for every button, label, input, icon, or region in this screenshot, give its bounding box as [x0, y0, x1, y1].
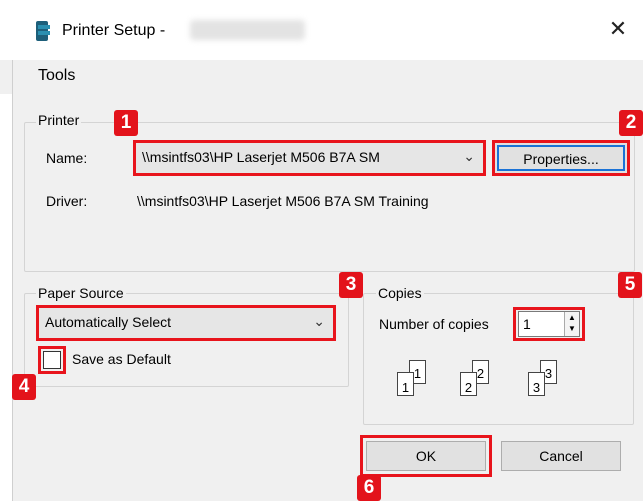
ok-button[interactable]: OK [366, 441, 486, 471]
driver-value: \\msintfs03\HP Laserjet M506 B7A SM Trai… [137, 193, 429, 209]
annotation-badge-2: 2 [619, 110, 643, 136]
collate-icon: 3 3 [524, 358, 572, 398]
chevron-down-icon: ⌄ [463, 148, 475, 164]
properties-button-face: Properties... [497, 145, 625, 171]
number-of-copies-label: Number of copies [379, 316, 489, 332]
dialog-left-edge [12, 60, 13, 501]
copies-legend: Copies [376, 285, 424, 301]
paper-source-legend: Paper Source [36, 285, 126, 301]
annotation-badge-3: 3 [339, 272, 363, 298]
name-label: Name: [46, 150, 88, 166]
collate-page: 1 [397, 372, 414, 396]
menu-bar [0, 60, 643, 94]
annotation-badge-5: 5 [618, 272, 642, 298]
paper-source-select[interactable]: Automatically Select ⌄ [36, 305, 336, 341]
paper-source-value: Automatically Select [45, 314, 172, 330]
collate-page: 2 [460, 372, 477, 396]
spin-buttons[interactable]: ▲ ▼ [564, 312, 579, 336]
collate-page: 3 [528, 372, 545, 396]
close-icon[interactable]: ✕ [603, 14, 633, 44]
properties-button[interactable]: Properties... [492, 140, 630, 176]
driver-label: Driver: [46, 193, 88, 209]
printer-group-legend: Printer [36, 112, 82, 128]
menu-tools[interactable]: Tools [38, 67, 75, 85]
printer-name-value: \\msintfs03\HP Laserjet M506 B7A SM [142, 149, 380, 165]
collate-icon: 1 1 [393, 358, 441, 398]
annotation-badge-6: 6 [357, 475, 381, 501]
chevron-down-icon: ⌄ [313, 313, 325, 329]
annotation-badge-1: 1 [114, 110, 138, 136]
printer-name-select[interactable]: \\msintfs03\HP Laserjet M506 B7A SM ⌄ [133, 140, 486, 176]
save-default-checkbox[interactable] [43, 351, 61, 369]
annotation-badge-4: 4 [12, 374, 36, 400]
window-title: Printer Setup - [62, 22, 166, 39]
copies-value: 1 [523, 316, 531, 332]
copies-input[interactable]: 1 ▲ ▼ [518, 311, 580, 337]
cancel-button[interactable]: Cancel [501, 441, 621, 471]
blurred-printer-name [190, 20, 305, 40]
collate-icon: 2 2 [456, 358, 504, 398]
printer-app-icon [34, 20, 52, 42]
save-default-label: Save as Default [72, 351, 171, 367]
